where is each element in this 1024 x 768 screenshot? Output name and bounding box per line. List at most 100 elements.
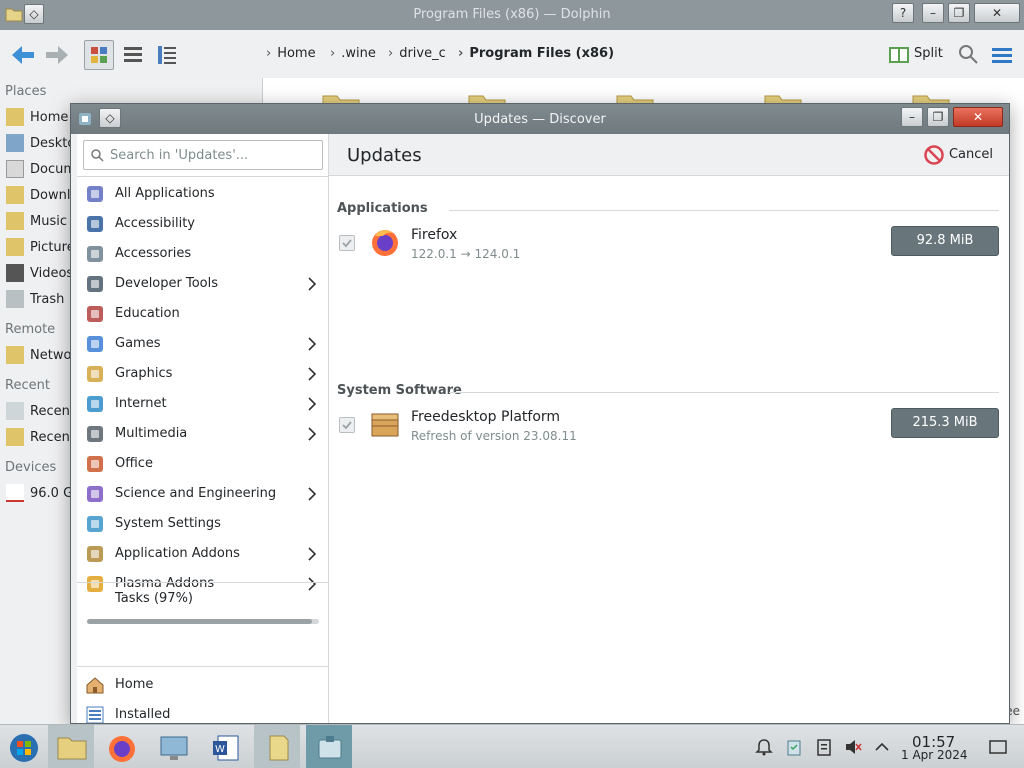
breadcrumb-drive-c[interactable]: › drive_c xyxy=(388,46,446,61)
icons-view-button[interactable] xyxy=(84,40,114,70)
nav-home[interactable]: Home xyxy=(77,670,329,700)
close-button[interactable]: ✕ xyxy=(974,3,1020,23)
place-downloads[interactable]: Downl xyxy=(6,186,70,204)
category-application-addons[interactable]: Application Addons xyxy=(77,539,329,569)
category-education[interactable]: Education xyxy=(77,299,329,329)
breadcrumb-wine[interactable]: › .wine xyxy=(330,46,376,61)
installed-list-icon xyxy=(86,706,104,723)
start-menu-button[interactable] xyxy=(0,725,46,768)
breadcrumb-program-files[interactable]: › Program Files (x86) xyxy=(458,46,614,61)
clock-date[interactable]: 1 Apr 2024 xyxy=(901,748,968,762)
category-accessibility[interactable]: Accessibility xyxy=(77,209,329,239)
compact-view-icon[interactable] xyxy=(118,40,148,70)
forward-arrow-icon[interactable] xyxy=(42,40,72,70)
device-drive[interactable]: 96.0 Gi xyxy=(6,484,77,502)
taskbar-firefox[interactable] xyxy=(98,725,144,768)
search-field[interactable] xyxy=(83,140,323,170)
chevron-right-icon xyxy=(308,337,317,351)
nav-home-label: Home xyxy=(115,677,154,692)
accessories-icon xyxy=(87,246,103,262)
update-version: 122.0.1 → 124.0.1 xyxy=(411,247,521,261)
home-folder-icon xyxy=(6,108,24,126)
split-icon[interactable] xyxy=(888,40,910,70)
category-office[interactable]: Office xyxy=(77,449,329,479)
taskbar-system-settings[interactable] xyxy=(150,725,196,768)
category-science-and-engineering[interactable]: Science and Engineering xyxy=(77,479,329,509)
category-internet[interactable]: Internet xyxy=(77,389,329,419)
chevron-right-icon xyxy=(308,367,317,381)
chevron-right-icon xyxy=(308,427,317,441)
trash-icon xyxy=(6,290,24,308)
place-recent-locations[interactable]: Recent xyxy=(6,428,75,446)
place-videos[interactable]: Videos xyxy=(6,264,73,282)
dolphin-titlebar[interactable]: ◇ Program Files (x86) — Dolphin ? – ❐ ✕ xyxy=(0,0,1024,30)
hamburger-menu-icon[interactable] xyxy=(988,40,1018,70)
music-folder-icon xyxy=(6,212,24,230)
place-desktop[interactable]: Deskto xyxy=(6,134,75,152)
details-view-icon[interactable] xyxy=(152,40,182,70)
category-graphics[interactable]: Graphics xyxy=(77,359,329,389)
category-accessories[interactable]: Accessories xyxy=(77,239,329,269)
place-documents[interactable]: Docum xyxy=(6,160,76,178)
devices-heading: Devices xyxy=(5,460,57,475)
tasks-panel[interactable]: Tasks (97%) xyxy=(77,582,329,652)
home-icon xyxy=(86,677,104,694)
minimize-button[interactable]: – xyxy=(922,3,944,23)
cancel-button[interactable]: Cancel xyxy=(923,143,993,167)
place-home[interactable]: Home xyxy=(6,108,68,126)
update-item-firefox[interactable]: Firefox 122.0.1 → 124.0.1 92.8 MiB xyxy=(329,224,1009,272)
place-trash[interactable]: Trash xyxy=(6,290,64,308)
category-system-settings[interactable]: System Settings xyxy=(77,509,329,539)
back-arrow-icon[interactable] xyxy=(8,40,38,70)
volume-muted-icon[interactable] xyxy=(843,737,863,757)
education-icon xyxy=(87,306,103,322)
place-pictures[interactable]: Picture xyxy=(6,238,75,256)
category-list: All Applications Accessibility Accessories… xyxy=(77,176,329,592)
pictures-folder-icon xyxy=(6,238,24,256)
clipboard-icon[interactable] xyxy=(814,737,834,757)
developer-tools-icon xyxy=(87,276,103,292)
discover-tray-icon[interactable] xyxy=(784,737,804,757)
word-icon: W xyxy=(213,735,239,761)
breadcrumb-home[interactable]: › Home xyxy=(266,46,316,61)
maximize-button[interactable]: ❐ xyxy=(927,107,949,127)
category-games[interactable]: Games xyxy=(77,329,329,359)
category-developer-tools[interactable]: Developer Tools xyxy=(77,269,329,299)
cancel-label: Cancel xyxy=(948,147,993,162)
downloads-folder-icon xyxy=(6,186,24,204)
category-multimedia[interactable]: Multimedia xyxy=(77,419,329,449)
discover-titlebar[interactable]: ◇ Updates — Discover – ❐ ✕ xyxy=(71,104,1009,134)
place-recent-files[interactable]: Recent xyxy=(6,402,75,420)
search-input[interactable] xyxy=(110,145,318,165)
updates-page: Updates Cancel Applications Firefox 122.… xyxy=(329,134,1009,723)
show-desktop-icon[interactable] xyxy=(988,737,1008,757)
update-checkbox[interactable] xyxy=(339,417,355,433)
taskbar-discover[interactable] xyxy=(306,725,352,768)
place-music[interactable]: Music xyxy=(6,212,67,230)
section-heading-system-software: System Software xyxy=(337,383,462,398)
category-all-applications[interactable]: All Applications xyxy=(77,179,329,209)
update-version: Refresh of version 23.08.11 xyxy=(411,429,577,443)
nav-installed[interactable]: Installed xyxy=(77,700,329,723)
taskbar-dolphin[interactable] xyxy=(48,725,94,768)
chevron-up-icon[interactable] xyxy=(872,737,892,757)
category-label: Graphics xyxy=(115,366,173,381)
split-button[interactable]: Split xyxy=(914,46,943,61)
update-name: Freedesktop Platform xyxy=(411,409,561,425)
maximize-button[interactable]: ❐ xyxy=(948,3,970,23)
taskbar-archive[interactable] xyxy=(254,725,300,768)
search-icon[interactable] xyxy=(954,40,984,70)
place-network[interactable]: Networ xyxy=(6,346,77,364)
minimize-button[interactable]: – xyxy=(901,107,923,127)
tasks-progress-fill xyxy=(87,619,313,624)
close-button[interactable]: ✕ xyxy=(953,107,1003,127)
notifications-bell-icon[interactable] xyxy=(754,737,774,757)
update-item-freedesktop[interactable]: Freedesktop Platform Refresh of version … xyxy=(329,406,1009,454)
taskbar-word[interactable]: W xyxy=(202,725,248,768)
section-divider xyxy=(449,392,999,393)
help-button[interactable]: ? xyxy=(892,3,914,23)
update-checkbox[interactable] xyxy=(339,235,355,251)
folder-icon xyxy=(57,737,87,760)
category-label: Multimedia xyxy=(115,426,188,441)
sidebar: All Applications Accessibility Accessories… xyxy=(77,134,329,723)
